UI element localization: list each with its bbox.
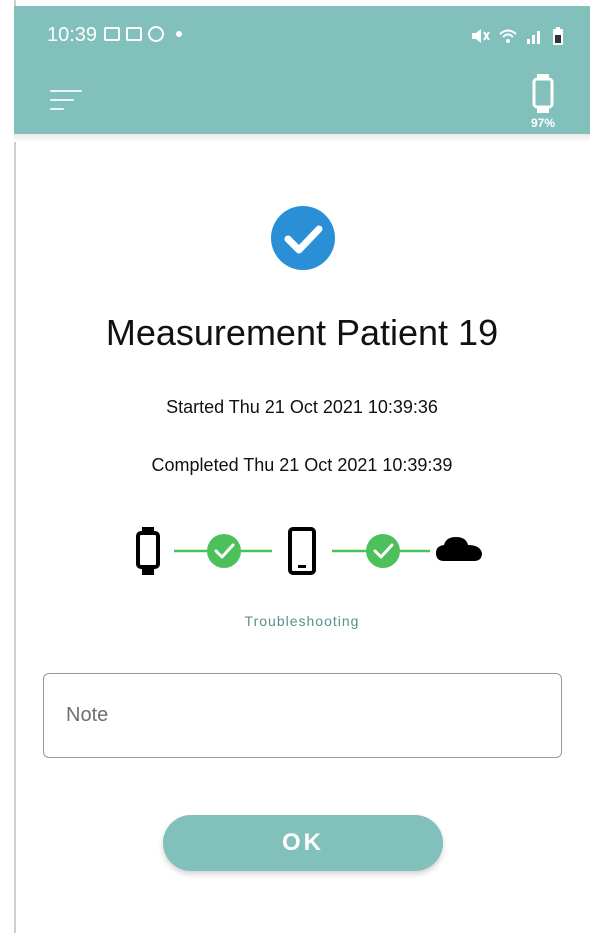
app-bar-shadow [14,134,590,142]
completed-timestamp: Completed Thu 21 Oct 2021 10:39:39 [151,455,453,475]
mute-icon [472,29,490,43]
cloud-icon [436,537,482,561]
link-check-icon [366,534,400,568]
check-circle-icon [271,206,335,270]
system-icons [470,26,564,46]
ok-button[interactable]: OK [163,815,443,871]
record-icon [148,26,164,42]
status-time: 10:39 [47,24,98,46]
more-notifications-icon [176,31,182,37]
notification-icons [104,26,182,42]
wifi-icon [499,29,517,43]
battery-icon [553,27,563,45]
note-field[interactable] [43,673,562,758]
app-bar: 97% [14,66,590,134]
troubleshooting-link[interactable]: Troubleshooting [14,613,590,629]
phone-icon [288,527,316,575]
device-battery-level: 97% [530,116,556,130]
menu-icon[interactable] [50,86,84,114]
measurement-title: Measurement Patient 19 [105,312,499,353]
sync-status-chain [136,527,482,575]
link-check-icon [207,534,241,568]
video-icon [104,27,120,41]
image-icon [126,27,142,41]
signal-icon [527,31,540,44]
wristband-icon [532,74,554,113]
status-bar: 10:39 [14,6,590,66]
device-status[interactable]: 97% [526,74,560,130]
app-screen: 10:39 97% Measurement Patient 19 Started… [0,0,590,933]
wristband-icon [136,527,160,575]
started-timestamp: Started Thu 21 Oct 2021 10:39:36 [166,397,438,417]
